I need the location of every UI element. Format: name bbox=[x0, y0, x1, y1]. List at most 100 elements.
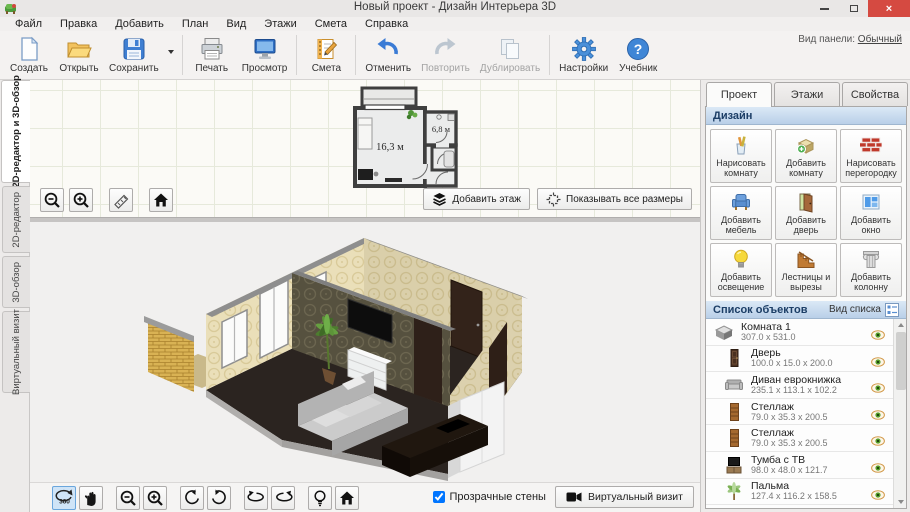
zoom-in-icon bbox=[146, 489, 164, 507]
plan-measure-button[interactable] bbox=[109, 188, 133, 212]
minimize-button[interactable] bbox=[810, 0, 839, 17]
plan-zoom-out-button[interactable] bbox=[40, 188, 64, 212]
object-row-sofa[interactable]: Диван еврокнижка 235.1 x 113.1 x 102.2 bbox=[706, 372, 893, 399]
transparent-walls-input[interactable] bbox=[433, 491, 445, 503]
tutorial-button[interactable]: ? Учебник bbox=[613, 32, 663, 78]
save-project-button[interactable]: Сохранить bbox=[104, 32, 164, 78]
menu-view[interactable]: Вид bbox=[217, 18, 255, 30]
design-buttons-grid: Нарисовать комнату Добавить комнату bbox=[706, 125, 906, 301]
add-room-button[interactable]: Добавить комнату bbox=[775, 129, 837, 183]
workspace: 16,3 м 6,8 м bbox=[30, 80, 700, 512]
view3d-home-button[interactable] bbox=[335, 486, 359, 510]
open-project-button[interactable]: Открыть bbox=[54, 32, 104, 78]
floor-plan-drawing[interactable]: 16,3 м 6,8 м bbox=[348, 85, 462, 191]
stairs-cutouts-button[interactable]: Лестницы и вырезы bbox=[775, 243, 837, 297]
orbit-left-button[interactable] bbox=[244, 486, 268, 510]
menu-help[interactable]: Справка bbox=[356, 18, 417, 30]
duplicate-button[interactable]: Дублировать bbox=[475, 32, 545, 78]
transparent-walls-checkbox[interactable]: Прозрачные стены bbox=[433, 491, 545, 503]
tab-3d-view[interactable]: 3D-обзор bbox=[2, 256, 30, 308]
menu-edit[interactable]: Правка bbox=[51, 18, 106, 30]
draw-partition-button[interactable]: Нарисовать перегородку bbox=[840, 129, 902, 183]
floors-icon bbox=[432, 192, 447, 207]
new-project-button[interactable]: Создать bbox=[4, 32, 54, 78]
tab-floors[interactable]: Этажи bbox=[774, 82, 840, 106]
object-row-room[interactable]: Комната 1 307.0 x 531.0 bbox=[706, 319, 893, 346]
lighting-button[interactable] bbox=[308, 486, 332, 510]
home-icon bbox=[338, 489, 356, 507]
add-floor-button[interactable]: Добавить этаж bbox=[423, 188, 530, 210]
estimate-button[interactable]: Смета bbox=[301, 32, 351, 78]
main-toolbar: Создать Открыть Сохранить bbox=[0, 31, 910, 80]
view3d-options: Прозрачные стены Виртуальный визит bbox=[433, 482, 694, 512]
visibility-eye-icon[interactable] bbox=[871, 490, 885, 500]
menu-add[interactable]: Добавить bbox=[106, 18, 173, 30]
tab-2d-and-3d[interactable]: 2D-редактор и 3D-обзор bbox=[1, 80, 30, 183]
light-bulb-icon bbox=[311, 489, 329, 507]
dimensions-icon bbox=[546, 192, 561, 207]
window-title: Новый проект - Дизайн Интерьера 3D bbox=[0, 1, 910, 13]
add-room-icon bbox=[795, 134, 817, 156]
stairs-icon bbox=[795, 248, 817, 270]
settings-button[interactable]: Настройки bbox=[554, 32, 613, 78]
tab-properties[interactable]: Свойства bbox=[842, 82, 908, 106]
undo-button[interactable]: Отменить bbox=[360, 32, 416, 78]
visibility-eye-icon[interactable] bbox=[871, 410, 885, 420]
view-list-label: Вид списка bbox=[829, 304, 881, 315]
menu-plan[interactable]: План bbox=[173, 18, 218, 30]
visibility-eye-icon[interactable] bbox=[871, 383, 885, 393]
plan-home-button[interactable] bbox=[149, 188, 173, 212]
panel-view-value-link[interactable]: Обычный bbox=[858, 34, 902, 45]
menu-floors[interactable]: Этажи bbox=[255, 18, 305, 30]
plan-zoom-in-button[interactable] bbox=[69, 188, 93, 212]
add-window-button[interactable]: Добавить окно bbox=[840, 186, 902, 240]
toolbar-separator bbox=[549, 35, 550, 75]
view-list-icon[interactable] bbox=[885, 303, 899, 317]
show-all-sizes-button[interactable]: Показывать все размеры bbox=[537, 188, 692, 210]
orbit-right-button[interactable] bbox=[271, 486, 295, 510]
visibility-eye-icon[interactable] bbox=[871, 330, 885, 340]
scroll-thumb[interactable] bbox=[896, 332, 906, 390]
object-row-shelf[interactable]: Стеллаж 79.0 x 35.3 x 200.5 bbox=[706, 425, 893, 452]
save-dropdown-arrow[interactable] bbox=[164, 32, 178, 72]
add-lighting-button[interactable]: Добавить освещение bbox=[710, 243, 772, 297]
render-3d-view[interactable] bbox=[30, 222, 700, 482]
add-door-button[interactable]: Добавить дверь bbox=[775, 186, 837, 240]
duplicate-icon bbox=[497, 36, 523, 62]
object-list-scrollbar[interactable] bbox=[893, 319, 906, 508]
virtual-visit-button[interactable]: Виртуальный визит bbox=[555, 486, 694, 508]
menu-estimate[interactable]: Смета bbox=[306, 18, 356, 30]
preview-button[interactable]: Просмотр bbox=[237, 32, 293, 78]
pan-button[interactable] bbox=[79, 486, 103, 510]
scroll-down-arrow[interactable] bbox=[894, 496, 906, 508]
print-button[interactable]: Печать bbox=[187, 32, 237, 78]
maximize-button[interactable] bbox=[839, 0, 868, 17]
view3d-zoom-out-button[interactable] bbox=[116, 486, 140, 510]
gear-icon bbox=[571, 36, 597, 62]
redo-button[interactable]: Повторить bbox=[416, 32, 475, 78]
tab-virtual-visit[interactable]: Виртуальный визит bbox=[2, 311, 30, 393]
object-row-palm[interactable]: Пальма 127.4 x 116.2 x 158.5 bbox=[706, 479, 893, 506]
rotate-360-button[interactable]: 360 bbox=[52, 486, 76, 510]
visibility-eye-icon[interactable] bbox=[871, 436, 885, 446]
visibility-eye-icon[interactable] bbox=[871, 357, 885, 367]
object-row-door[interactable]: Дверь 100.0 x 15.0 x 200.0 bbox=[706, 346, 893, 373]
tab-2d-editor[interactable]: 2D-редактор bbox=[2, 186, 30, 253]
tab-project[interactable]: Проект bbox=[706, 82, 772, 107]
add-furniture-button[interactable]: Добавить мебель bbox=[710, 186, 772, 240]
home-icon bbox=[152, 191, 170, 209]
menu-file[interactable]: Файл bbox=[6, 18, 51, 30]
new-document-icon bbox=[16, 36, 42, 62]
object-row-tv-stand[interactable]: Тумба с ТВ 98.0 x 48.0 x 121.7 bbox=[706, 452, 893, 479]
visibility-eye-icon[interactable] bbox=[871, 463, 885, 473]
close-button[interactable]: × bbox=[868, 0, 910, 17]
rotate-cw-button[interactable] bbox=[207, 486, 231, 510]
object-row-shelf[interactable]: Стеллаж 79.0 x 35.3 x 200.5 bbox=[706, 399, 893, 426]
rotate-ccw-button[interactable] bbox=[180, 486, 204, 510]
hand-icon bbox=[82, 489, 100, 507]
draw-room-button[interactable]: Нарисовать комнату bbox=[710, 129, 772, 183]
scroll-up-arrow[interactable] bbox=[894, 319, 906, 331]
view3d-zoom-in-button[interactable] bbox=[143, 486, 167, 510]
add-column-button[interactable]: Добавить колонну bbox=[840, 243, 902, 297]
plan-2d-view[interactable]: 16,3 м 6,8 м bbox=[30, 80, 700, 217]
